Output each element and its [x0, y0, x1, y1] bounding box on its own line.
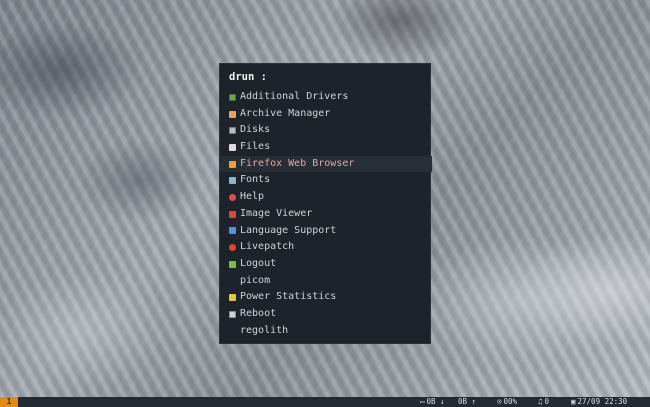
image-viewer-icon	[229, 210, 236, 218]
network-up-segment: 0B ↑	[458, 397, 476, 407]
launcher-item-label: Power Statistics	[240, 291, 337, 303]
help-lifebuoy-icon	[229, 193, 236, 201]
arrow-down-icon: ↓	[435, 397, 445, 406]
rofi-app-launcher[interactable]: drun : Additional Drivers Archive Manager…	[219, 63, 432, 344]
clock-segment[interactable]: ▣ 27/09 22:30	[571, 397, 627, 407]
reboot-icon	[229, 310, 236, 318]
network-down-value: 0B	[426, 397, 436, 406]
blank-icon	[229, 277, 236, 284]
launcher-item[interactable]: Firefox Web Browser	[220, 155, 432, 173]
launcher-item-label: Logout	[240, 257, 277, 269]
launcher-item-label: regolith	[240, 324, 289, 336]
notifications-segment[interactable]: ♫ 0	[538, 397, 549, 407]
launcher-item[interactable]: Additional Drivers	[220, 89, 432, 106]
launcher-app-list: Additional Drivers Archive Manager Disks Fi…	[220, 89, 432, 339]
launcher-item-label: picom	[240, 274, 271, 286]
power-statistics-icon	[229, 294, 236, 302]
launcher-item[interactable]: Logout	[220, 256, 432, 273]
calendar-icon: ▣	[571, 397, 576, 406]
launcher-item[interactable]: Power Statistics	[220, 289, 432, 306]
fonts-icon	[229, 177, 236, 185]
launcher-item[interactable]: Reboot	[220, 306, 432, 323]
notification-count: 0	[544, 397, 550, 406]
launcher-item-label: Disks	[240, 124, 271, 136]
launcher-item[interactable]: Language Support	[220, 223, 432, 240]
launcher-item-label: Image Viewer	[240, 207, 313, 219]
launcher-item-label: Firefox Web Browser	[240, 157, 355, 169]
clock-value: 27/09 22:30	[577, 397, 628, 406]
launcher-item-label: Fonts	[240, 174, 271, 186]
bell-icon: ♫	[538, 397, 543, 406]
launcher-item-label: Additional Drivers	[240, 91, 349, 102]
files-icon	[229, 143, 236, 151]
livepatch-icon	[229, 244, 236, 252]
network-up-value: 0B	[458, 397, 468, 406]
logout-icon	[229, 260, 236, 268]
volume-icon: ⊙	[497, 397, 502, 406]
workspace-indicator[interactable]: 1	[0, 397, 18, 407]
circuit-board-icon	[229, 93, 236, 101]
launcher-item[interactable]: Files	[220, 139, 432, 156]
launcher-item[interactable]: regolith	[220, 323, 432, 340]
status-bar: 1 ▭ 0B ↓ 0B ↑ ⊙ 00% ♫ 0 ▣ 27/09 22:30	[0, 397, 650, 407]
launcher-item-label: Reboot	[240, 307, 277, 319]
launcher-item-label: Livepatch	[240, 241, 295, 253]
launcher-item-label: Help	[240, 191, 265, 203]
launcher-item[interactable]: Help	[220, 189, 432, 206]
launcher-prompt: drun :	[229, 71, 267, 83]
launcher-item-label: Archive Manager	[240, 107, 331, 119]
launcher-item[interactable]: Archive Manager	[220, 106, 432, 123]
network-down-icon: ▭	[420, 397, 425, 406]
launcher-item[interactable]: Livepatch	[220, 239, 432, 256]
launcher-item[interactable]: Fonts	[220, 172, 432, 189]
launcher-item[interactable]: picom	[220, 273, 432, 290]
disk-icon	[229, 127, 236, 135]
blank-icon	[229, 327, 236, 334]
archive-icon	[229, 110, 236, 118]
arrow-up-icon: ↑	[467, 397, 477, 406]
language-icon	[229, 227, 236, 235]
volume-value: 00%	[503, 397, 518, 406]
launcher-item[interactable]: Image Viewer	[220, 206, 432, 223]
network-down-segment: ▭ 0B ↓	[420, 397, 445, 407]
launcher-item[interactable]: Disks	[220, 122, 432, 139]
volume-segment[interactable]: ⊙ 00%	[497, 397, 517, 407]
launcher-item-label: Files	[240, 141, 271, 153]
launcher-item-label: Language Support	[240, 224, 337, 236]
firefox-icon	[229, 160, 236, 168]
